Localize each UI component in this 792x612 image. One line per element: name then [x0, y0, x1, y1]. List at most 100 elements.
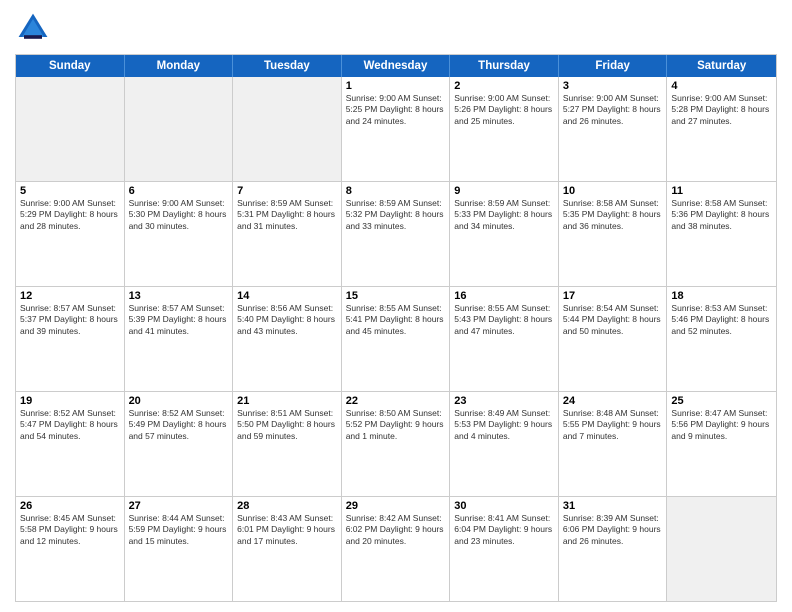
calendar-cell: 6Sunrise: 9:00 AM Sunset: 5:30 PM Daylig…	[125, 182, 234, 286]
calendar-cell: 21Sunrise: 8:51 AM Sunset: 5:50 PM Dayli…	[233, 392, 342, 496]
day-info: Sunrise: 8:57 AM Sunset: 5:39 PM Dayligh…	[129, 303, 229, 337]
calendar-week-2: 5Sunrise: 9:00 AM Sunset: 5:29 PM Daylig…	[16, 181, 776, 286]
day-number: 19	[20, 395, 120, 407]
calendar-header: Sunday Monday Tuesday Wednesday Thursday…	[16, 55, 776, 77]
page: Sunday Monday Tuesday Wednesday Thursday…	[0, 0, 792, 612]
day-number: 5	[20, 185, 120, 197]
calendar-cell: 17Sunrise: 8:54 AM Sunset: 5:44 PM Dayli…	[559, 287, 668, 391]
calendar-cell: 28Sunrise: 8:43 AM Sunset: 6:01 PM Dayli…	[233, 497, 342, 601]
day-number: 30	[454, 500, 554, 512]
day-info: Sunrise: 8:44 AM Sunset: 5:59 PM Dayligh…	[129, 513, 229, 547]
day-number: 26	[20, 500, 120, 512]
calendar-cell: 13Sunrise: 8:57 AM Sunset: 5:39 PM Dayli…	[125, 287, 234, 391]
day-info: Sunrise: 8:57 AM Sunset: 5:37 PM Dayligh…	[20, 303, 120, 337]
calendar-cell: 3Sunrise: 9:00 AM Sunset: 5:27 PM Daylig…	[559, 77, 668, 181]
day-number: 1	[346, 80, 446, 92]
day-info: Sunrise: 8:59 AM Sunset: 5:32 PM Dayligh…	[346, 198, 446, 232]
day-info: Sunrise: 8:49 AM Sunset: 5:53 PM Dayligh…	[454, 408, 554, 442]
calendar-week-3: 12Sunrise: 8:57 AM Sunset: 5:37 PM Dayli…	[16, 286, 776, 391]
calendar-cell: 26Sunrise: 8:45 AM Sunset: 5:58 PM Dayli…	[16, 497, 125, 601]
day-number: 10	[563, 185, 663, 197]
day-number: 31	[563, 500, 663, 512]
day-info: Sunrise: 8:47 AM Sunset: 5:56 PM Dayligh…	[671, 408, 772, 442]
calendar-cell: 9Sunrise: 8:59 AM Sunset: 5:33 PM Daylig…	[450, 182, 559, 286]
day-number: 18	[671, 290, 772, 302]
calendar-cell: 10Sunrise: 8:58 AM Sunset: 5:35 PM Dayli…	[559, 182, 668, 286]
day-info: Sunrise: 8:39 AM Sunset: 6:06 PM Dayligh…	[563, 513, 663, 547]
day-info: Sunrise: 8:53 AM Sunset: 5:46 PM Dayligh…	[671, 303, 772, 337]
day-number: 14	[237, 290, 337, 302]
day-number: 17	[563, 290, 663, 302]
day-info: Sunrise: 8:58 AM Sunset: 5:35 PM Dayligh…	[563, 198, 663, 232]
day-info: Sunrise: 9:00 AM Sunset: 5:30 PM Dayligh…	[129, 198, 229, 232]
calendar-cell: 7Sunrise: 8:59 AM Sunset: 5:31 PM Daylig…	[233, 182, 342, 286]
calendar-cell: 25Sunrise: 8:47 AM Sunset: 5:56 PM Dayli…	[667, 392, 776, 496]
header-sunday: Sunday	[16, 55, 125, 77]
day-info: Sunrise: 8:48 AM Sunset: 5:55 PM Dayligh…	[563, 408, 663, 442]
day-number: 24	[563, 395, 663, 407]
calendar-cell: 1Sunrise: 9:00 AM Sunset: 5:25 PM Daylig…	[342, 77, 451, 181]
calendar-cell: 30Sunrise: 8:41 AM Sunset: 6:04 PM Dayli…	[450, 497, 559, 601]
day-number: 6	[129, 185, 229, 197]
day-info: Sunrise: 8:52 AM Sunset: 5:47 PM Dayligh…	[20, 408, 120, 442]
day-number: 13	[129, 290, 229, 302]
day-info: Sunrise: 8:42 AM Sunset: 6:02 PM Dayligh…	[346, 513, 446, 547]
calendar-week-5: 26Sunrise: 8:45 AM Sunset: 5:58 PM Dayli…	[16, 496, 776, 601]
day-number: 7	[237, 185, 337, 197]
calendar-cell: 15Sunrise: 8:55 AM Sunset: 5:41 PM Dayli…	[342, 287, 451, 391]
day-number: 29	[346, 500, 446, 512]
day-info: Sunrise: 9:00 AM Sunset: 5:26 PM Dayligh…	[454, 93, 554, 127]
calendar-week-4: 19Sunrise: 8:52 AM Sunset: 5:47 PM Dayli…	[16, 391, 776, 496]
day-info: Sunrise: 8:59 AM Sunset: 5:31 PM Dayligh…	[237, 198, 337, 232]
day-number: 12	[20, 290, 120, 302]
day-number: 2	[454, 80, 554, 92]
day-number: 20	[129, 395, 229, 407]
header-friday: Friday	[559, 55, 668, 77]
header-saturday: Saturday	[667, 55, 776, 77]
calendar-cell: 16Sunrise: 8:55 AM Sunset: 5:43 PM Dayli…	[450, 287, 559, 391]
day-info: Sunrise: 8:59 AM Sunset: 5:33 PM Dayligh…	[454, 198, 554, 232]
calendar-cell: 8Sunrise: 8:59 AM Sunset: 5:32 PM Daylig…	[342, 182, 451, 286]
day-number: 15	[346, 290, 446, 302]
calendar-cell: 27Sunrise: 8:44 AM Sunset: 5:59 PM Dayli…	[125, 497, 234, 601]
header-monday: Monday	[125, 55, 234, 77]
calendar-cell: 4Sunrise: 9:00 AM Sunset: 5:28 PM Daylig…	[667, 77, 776, 181]
calendar-body: 1Sunrise: 9:00 AM Sunset: 5:25 PM Daylig…	[16, 77, 776, 601]
day-number: 16	[454, 290, 554, 302]
calendar-cell: 24Sunrise: 8:48 AM Sunset: 5:55 PM Dayli…	[559, 392, 668, 496]
calendar-cell: 29Sunrise: 8:42 AM Sunset: 6:02 PM Dayli…	[342, 497, 451, 601]
day-info: Sunrise: 9:00 AM Sunset: 5:29 PM Dayligh…	[20, 198, 120, 232]
calendar-cell: 19Sunrise: 8:52 AM Sunset: 5:47 PM Dayli…	[16, 392, 125, 496]
day-number: 23	[454, 395, 554, 407]
header-thursday: Thursday	[450, 55, 559, 77]
day-info: Sunrise: 8:51 AM Sunset: 5:50 PM Dayligh…	[237, 408, 337, 442]
logo-icon	[15, 10, 51, 46]
calendar-cell: 12Sunrise: 8:57 AM Sunset: 5:37 PM Dayli…	[16, 287, 125, 391]
day-info: Sunrise: 8:50 AM Sunset: 5:52 PM Dayligh…	[346, 408, 446, 442]
calendar-cell: 14Sunrise: 8:56 AM Sunset: 5:40 PM Dayli…	[233, 287, 342, 391]
day-info: Sunrise: 9:00 AM Sunset: 5:28 PM Dayligh…	[671, 93, 772, 127]
calendar: Sunday Monday Tuesday Wednesday Thursday…	[15, 54, 777, 602]
calendar-cell: 20Sunrise: 8:52 AM Sunset: 5:49 PM Dayli…	[125, 392, 234, 496]
day-info: Sunrise: 8:41 AM Sunset: 6:04 PM Dayligh…	[454, 513, 554, 547]
calendar-cell	[125, 77, 234, 181]
day-number: 25	[671, 395, 772, 407]
day-info: Sunrise: 8:58 AM Sunset: 5:36 PM Dayligh…	[671, 198, 772, 232]
day-number: 21	[237, 395, 337, 407]
day-number: 4	[671, 80, 772, 92]
calendar-cell: 23Sunrise: 8:49 AM Sunset: 5:53 PM Dayli…	[450, 392, 559, 496]
calendar-cell	[233, 77, 342, 181]
calendar-cell: 18Sunrise: 8:53 AM Sunset: 5:46 PM Dayli…	[667, 287, 776, 391]
day-info: Sunrise: 8:54 AM Sunset: 5:44 PM Dayligh…	[563, 303, 663, 337]
calendar-cell: 5Sunrise: 9:00 AM Sunset: 5:29 PM Daylig…	[16, 182, 125, 286]
day-number: 27	[129, 500, 229, 512]
day-number: 3	[563, 80, 663, 92]
header	[15, 10, 777, 46]
calendar-cell: 11Sunrise: 8:58 AM Sunset: 5:36 PM Dayli…	[667, 182, 776, 286]
calendar-cell	[16, 77, 125, 181]
calendar-week-1: 1Sunrise: 9:00 AM Sunset: 5:25 PM Daylig…	[16, 77, 776, 181]
calendar-cell: 31Sunrise: 8:39 AM Sunset: 6:06 PM Dayli…	[559, 497, 668, 601]
day-info: Sunrise: 8:55 AM Sunset: 5:41 PM Dayligh…	[346, 303, 446, 337]
calendar-cell	[667, 497, 776, 601]
day-number: 11	[671, 185, 772, 197]
